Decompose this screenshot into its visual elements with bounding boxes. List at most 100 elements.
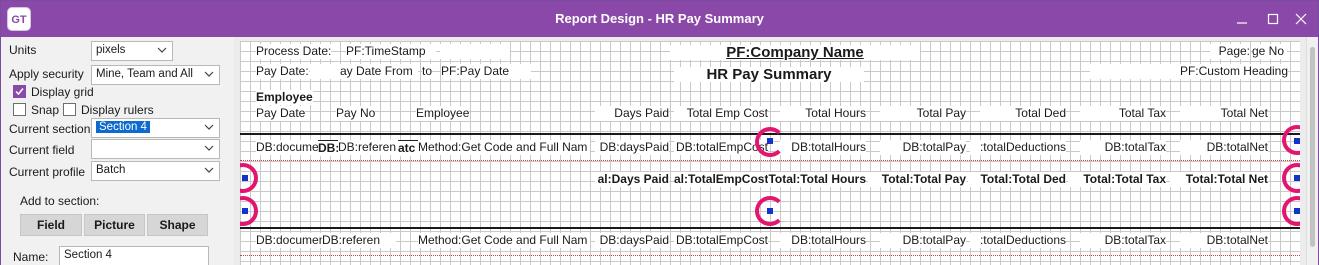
column-header[interactable]: Pay No xyxy=(336,106,376,121)
page-label[interactable]: Page: xyxy=(1210,44,1250,59)
units-value: pixels xyxy=(96,44,126,56)
total-hours-field[interactable]: Total:Total Hours xyxy=(768,172,866,187)
current-profile-select[interactable]: Batch xyxy=(91,161,220,181)
design-canvas[interactable]: Process Date: PF:TimeStamp PF:Company Na… xyxy=(234,37,1318,265)
highlight-ring xyxy=(1282,125,1300,155)
column-header[interactable]: Days Paid xyxy=(595,106,669,121)
pay-date-label[interactable]: Pay Date: xyxy=(256,64,309,79)
add-to-section-label: Add to section: xyxy=(20,194,100,208)
column-header[interactable]: Total Emp Cost xyxy=(674,106,768,121)
report-title-field[interactable]: HR Pay Summary xyxy=(674,67,864,82)
method-prefix-field[interactable]: atc xyxy=(398,140,418,156)
reference-field[interactable]: DB:referen xyxy=(322,233,396,248)
section-divider xyxy=(240,255,1300,256)
column-header[interactable]: Total Hours xyxy=(780,106,866,121)
snap-label: Snap xyxy=(31,103,60,117)
net-field[interactable]: DB:totalNet xyxy=(1180,140,1268,155)
document-field[interactable]: DB:document xyxy=(256,233,329,248)
chevron-down-icon xyxy=(204,71,214,77)
column-header[interactable]: Total Tax xyxy=(1080,106,1166,121)
current-profile-value: Batch xyxy=(96,164,126,176)
blank-field[interactable] xyxy=(440,44,510,59)
blank-field[interactable] xyxy=(1090,64,1170,79)
employee-group-label[interactable]: Employee xyxy=(256,90,313,105)
emp-cost-field[interactable]: DB:totalEmpCost xyxy=(674,233,768,248)
tax-field[interactable]: DB:totalTax xyxy=(1080,233,1166,248)
highlight-ring xyxy=(755,196,785,226)
report-page[interactable]: Process Date: PF:TimeStamp PF:Company Na… xyxy=(240,41,1300,265)
display-grid-checkbox[interactable] xyxy=(13,85,26,98)
process-date-label[interactable]: Process Date: xyxy=(256,44,332,59)
reference-short-field[interactable]: DB: xyxy=(318,140,339,156)
method-field[interactable]: Method:Get Code and Full Nam xyxy=(418,140,590,155)
total-ded-field[interactable]: Total:Total Ded xyxy=(968,172,1066,187)
units-select[interactable]: pixels xyxy=(91,41,173,61)
current-section-select[interactable]: Section 4 xyxy=(91,118,220,138)
page-number-field[interactable]: ge No xyxy=(1252,44,1287,59)
close-button[interactable] xyxy=(1287,7,1315,31)
maximize-button[interactable] xyxy=(1259,7,1287,31)
deductions-field[interactable]: :totalDeductions xyxy=(970,140,1066,155)
current-section-label: Current section xyxy=(9,122,91,136)
highlight-ring xyxy=(1282,196,1300,226)
days-paid-field[interactable]: DB:daysPaid xyxy=(595,140,669,155)
total-emp-cost-field[interactable]: al:TotalEmpCost xyxy=(674,172,768,187)
add-picture-button[interactable]: Picture xyxy=(84,214,145,236)
checkmark-icon xyxy=(15,88,24,96)
total-net-field[interactable]: Total:Total Net xyxy=(1170,172,1268,187)
custom-heading-field[interactable]: PF:Custom Heading xyxy=(1160,64,1288,79)
total-tax-field[interactable]: Total:Total Tax xyxy=(1068,172,1166,187)
chevron-down-icon xyxy=(204,124,214,130)
tax-field[interactable]: DB:totalTax xyxy=(1080,140,1166,155)
minimize-button[interactable] xyxy=(1228,7,1256,31)
emp-cost-field[interactable]: DB:totalEmpCost xyxy=(674,140,768,155)
current-field-select[interactable] xyxy=(91,139,220,159)
hours-field[interactable]: DB:totalHours xyxy=(780,233,866,248)
timestamp-field[interactable]: PF:TimeStamp xyxy=(346,44,436,59)
pay-date-from-field[interactable]: ay Date From xyxy=(340,64,418,79)
column-header[interactable]: Total Pay xyxy=(880,106,966,121)
company-name-field[interactable]: PF:Company Name xyxy=(670,45,920,60)
reference-field[interactable]: DB:referen xyxy=(338,140,398,155)
column-header[interactable]: Total Ded xyxy=(980,106,1066,121)
to-label[interactable]: to xyxy=(422,64,433,79)
pay-date-field[interactable]: PF:Pay Date xyxy=(441,64,531,79)
display-grid-label: Display grid xyxy=(31,85,94,99)
name-input[interactable]: Section 4 xyxy=(59,246,209,265)
highlight-ring xyxy=(240,163,258,193)
blank-field[interactable] xyxy=(310,64,340,79)
days-paid-field[interactable]: DB:daysPaid xyxy=(595,233,669,248)
section-divider xyxy=(240,160,1300,161)
current-field-label: Current field xyxy=(9,143,75,157)
title-bar: GT Report Design - HR Pay Summary xyxy=(1,1,1318,37)
display-rulers-checkbox[interactable] xyxy=(63,103,76,116)
column-header[interactable]: Employee xyxy=(416,106,470,121)
add-shape-button[interactable]: Shape xyxy=(147,214,208,236)
document-field[interactable]: DB:docume xyxy=(256,140,319,155)
hours-field[interactable]: DB:totalHours xyxy=(780,140,866,155)
properties-panel: Units pixels Apply security Mine, Team a… xyxy=(1,37,234,265)
column-header[interactable]: Pay Date xyxy=(256,106,306,121)
total-pay-field[interactable]: Total:Total Pay xyxy=(868,172,966,187)
apply-security-select[interactable]: Mine, Team and All xyxy=(91,65,220,85)
highlight-ring xyxy=(1282,163,1300,193)
method-field[interactable]: Method:Get Code and Full Nam xyxy=(418,233,590,248)
column-header[interactable]: Total Net xyxy=(1180,106,1268,121)
current-section-value: Section 4 xyxy=(96,121,150,133)
total-days-paid-field[interactable]: al:Days Paid xyxy=(595,172,669,187)
section-boundary[interactable] xyxy=(240,227,1300,229)
pay-field[interactable]: DB:totalPay xyxy=(880,140,966,155)
net-field[interactable]: DB:totalNet xyxy=(1180,233,1268,248)
maximize-icon xyxy=(1267,13,1279,25)
add-field-button[interactable]: Field xyxy=(20,214,82,236)
close-icon xyxy=(1295,13,1307,25)
deductions-field[interactable]: :totalDeductions xyxy=(970,233,1066,248)
scrollbar-thumb[interactable] xyxy=(1310,47,1315,247)
chevron-down-icon xyxy=(204,167,214,173)
pay-field[interactable]: DB:totalPay xyxy=(880,233,966,248)
window-title: Report Design - HR Pay Summary xyxy=(555,11,764,26)
vertical-scrollbar[interactable] xyxy=(1306,37,1318,265)
minimize-icon xyxy=(1237,22,1247,24)
chevron-down-icon xyxy=(204,145,214,151)
snap-checkbox[interactable] xyxy=(13,103,26,116)
